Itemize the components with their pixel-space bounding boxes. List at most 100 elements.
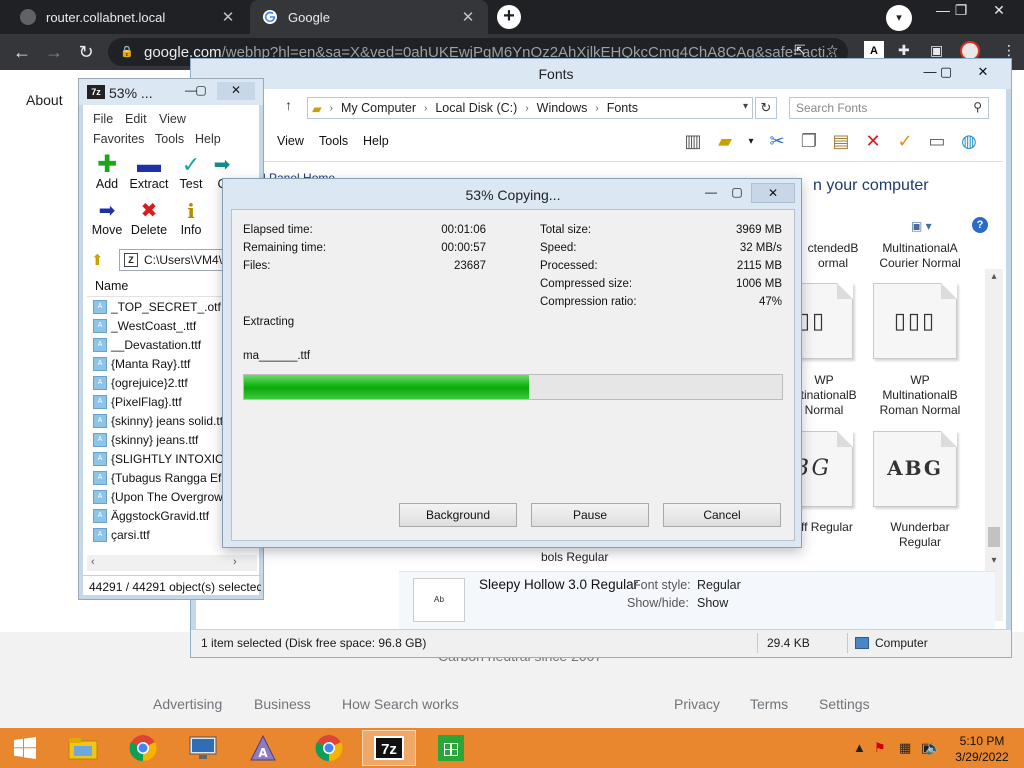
footer-settings[interactable]: Settings [819, 696, 870, 712]
menu-help[interactable]: Help [363, 134, 389, 148]
font-tile[interactable]: ABG [873, 431, 957, 507]
action-center-flag-icon[interactable]: ⚑ [874, 740, 886, 756]
system-clock[interactable]: 5:10 PM 3/29/2022 [952, 733, 1012, 765]
taskbar-chrome-1[interactable] [116, 730, 170, 766]
chevron-down-icon[interactable]: ▾ [743, 101, 748, 112]
footer-how-search-works[interactable]: How Search works [342, 696, 459, 712]
menu-help[interactable]: Help [195, 132, 221, 146]
pause-button[interactable]: Pause [531, 503, 649, 527]
layout-icon[interactable]: ▥ [681, 129, 705, 153]
breadcrumb-my-computer[interactable]: My Computer [341, 101, 416, 115]
menu-tools[interactable]: Tools [155, 132, 184, 146]
add-button[interactable]: ✚ Add [85, 153, 129, 192]
chevron-down-icon[interactable]: ▾ [745, 129, 757, 153]
menu-view[interactable]: View [277, 134, 304, 148]
menu-edit[interactable]: Edit [125, 112, 147, 126]
footer-terms[interactable]: Terms [750, 696, 788, 712]
font-label[interactable]: Wunderbar Regular [873, 520, 967, 550]
explorer-address-bar[interactable]: ▰ › My Computer › Local Disk (C:) › Wind… [307, 97, 753, 119]
tab-router[interactable]: router.collabnet.local ✕ [8, 0, 248, 34]
cancel-button[interactable]: Cancel [663, 503, 781, 527]
font-label[interactable]: MultinationalA Courier Normal [863, 241, 977, 271]
bookmark-star-icon[interactable]: ☆ [826, 42, 839, 59]
help-icon[interactable]: ? [972, 217, 988, 233]
scroll-down-icon[interactable]: ▾ [985, 555, 1003, 566]
chrome-icon [315, 735, 343, 762]
speaker-icon[interactable]: 🔈 [925, 740, 941, 756]
scroll-right-icon[interactable]: › [233, 556, 237, 568]
delete-button[interactable]: ✖ Delete [127, 199, 171, 237]
move-button[interactable]: ➡ Move [85, 199, 129, 237]
footer-advertising[interactable]: Advertising [153, 696, 222, 712]
taskbar-7zip[interactable]: 7z [362, 730, 416, 766]
font-label[interactable]: WP MultinationalB Roman Normal [863, 373, 977, 418]
cut-icon[interactable]: ✂ [765, 129, 789, 153]
footer-business[interactable]: Business [254, 696, 311, 712]
share-icon[interactable]: ⇱ [794, 42, 806, 59]
extract-button[interactable]: ▬ Extract [127, 153, 171, 192]
tab-close-icon[interactable]: ✕ [220, 8, 236, 26]
tab-close-icon[interactable]: ✕ [460, 8, 476, 26]
tray-expand-icon[interactable]: ▲ [853, 740, 866, 755]
delete-icon[interactable]: ✕ [861, 129, 885, 153]
sevenzip-maximize-icon[interactable]: ▢ [189, 82, 213, 100]
tab-search-icon[interactable]: ▾ [886, 5, 912, 31]
background-button[interactable]: Background [399, 503, 517, 527]
dialog-maximize-icon[interactable]: ▢ [725, 183, 749, 203]
up-arrow-icon[interactable]: ↑ [285, 97, 292, 113]
checkmark-icon: ✓ [181, 152, 201, 177]
menu-file[interactable]: File [93, 112, 113, 126]
horizontal-scrollbar[interactable]: ‹ › [87, 555, 257, 571]
menu-view[interactable]: View [159, 112, 186, 126]
dialog-minimize-icon[interactable]: — [699, 183, 723, 203]
folder-options-icon[interactable]: ▰ [713, 129, 737, 153]
sevenzip-close-icon[interactable]: ✕ [217, 82, 255, 100]
breadcrumb-windows[interactable]: Windows [537, 101, 588, 115]
taskbar-file-explorer[interactable] [56, 730, 110, 766]
back-icon[interactable]: ← [10, 40, 34, 64]
change-view-icon[interactable]: ▣ ▾ [911, 219, 932, 233]
search-fonts-input[interactable]: Search Fonts ⚲ [789, 97, 989, 119]
details-pane: ᴬᵇ Sleepy Hollow 3.0 Regular Font style:… [399, 571, 995, 631]
menu-favorites[interactable]: Favorites [93, 132, 144, 146]
scroll-up-icon[interactable]: ▴ [985, 271, 1003, 282]
taskbar-font-app[interactable]: A [236, 730, 290, 766]
info-button[interactable]: i Info [169, 199, 213, 237]
taskbar-chrome-2[interactable] [302, 730, 356, 766]
network-icon[interactable]: ▦ [899, 740, 911, 756]
tab-google[interactable]: Google ✕ [250, 0, 488, 34]
scroll-thumb[interactable] [988, 527, 1000, 547]
explorer-close-icon[interactable]: ✕ [963, 63, 1003, 83]
breadcrumb-fonts[interactable]: Fonts [607, 101, 638, 115]
restore-icon[interactable]: ❐ [946, 2, 976, 19]
explorer-maximize-icon[interactable]: ▢ [933, 63, 959, 83]
sidepanel-icon[interactable]: ▣ [930, 42, 943, 59]
taskbar-store[interactable] [424, 730, 478, 766]
up-folder-icon[interactable]: ⬆ [91, 251, 104, 269]
new-tab-button[interactable]: + [497, 5, 521, 29]
rename-icon[interactable]: ▭ [925, 129, 949, 153]
scroll-left-icon[interactable]: ‹ [91, 556, 95, 568]
check-icon[interactable]: ✓ [893, 129, 917, 153]
close-icon[interactable]: ✕ [984, 2, 1014, 19]
globe-icon[interactable]: ◍ [957, 129, 981, 153]
menu-tools[interactable]: Tools [319, 134, 348, 148]
forward-icon[interactable]: → [42, 40, 66, 64]
reload-icon[interactable]: ↻ [74, 40, 98, 64]
google-about-link[interactable]: About [26, 92, 63, 108]
font-label[interactable]: bols Regular [541, 550, 651, 565]
taskbar-remote-desktop[interactable] [176, 730, 230, 766]
breadcrumb-local-disk[interactable]: Local Disk (C:) [435, 101, 517, 115]
extensions-puzzle-icon[interactable]: ✚ [898, 42, 910, 59]
processed-value: 2115 MB [736, 260, 782, 272]
font-tile[interactable]: ▯▯▯ [873, 283, 957, 359]
vertical-scrollbar[interactable]: ▴ ▾ [985, 269, 1003, 621]
test-button[interactable]: ✓ Test [169, 152, 213, 192]
start-button[interactable] [0, 730, 50, 766]
menu-dots-icon[interactable]: ⋮ [1002, 42, 1016, 59]
footer-privacy[interactable]: Privacy [674, 696, 720, 712]
paste-icon[interactable]: ▤ [829, 129, 853, 153]
dialog-close-icon[interactable]: ✕ [751, 183, 795, 203]
copy-icon[interactable]: ❐ [797, 129, 821, 153]
refresh-icon[interactable]: ↻ [755, 97, 777, 119]
